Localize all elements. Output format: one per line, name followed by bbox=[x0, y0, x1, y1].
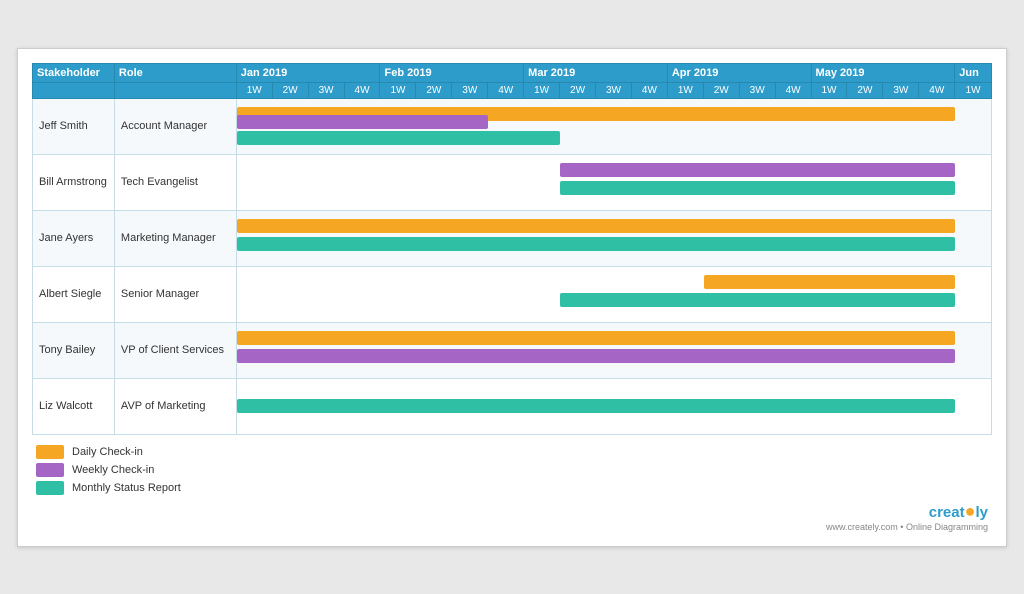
role-cell: Senior Manager bbox=[114, 266, 236, 322]
legend-label-daily: Daily Check-in bbox=[72, 446, 143, 458]
week-3w-feb: 3W bbox=[452, 82, 488, 98]
gantt-bar bbox=[237, 131, 560, 145]
week-4w-feb: 4W bbox=[488, 82, 524, 98]
month-may: May 2019 bbox=[811, 63, 955, 82]
role-cell: VP of Client Services bbox=[114, 322, 236, 378]
main-container: Stakeholder Role Jan 2019 Feb 2019 Mar 2… bbox=[17, 48, 1007, 547]
role-cell: Tech Evangelist bbox=[114, 154, 236, 210]
week-3w-jan: 3W bbox=[308, 82, 344, 98]
gantt-bar bbox=[237, 349, 955, 363]
col-stakeholder-header: Stakeholder bbox=[33, 63, 115, 82]
stakeholder-cell: Jeff Smith bbox=[33, 98, 115, 154]
week-header-role bbox=[114, 82, 236, 98]
week-3w-apr: 3W bbox=[739, 82, 775, 98]
week-1w-may: 1W bbox=[811, 82, 847, 98]
table-row: Jeff SmithAccount Manager bbox=[33, 98, 992, 154]
gantt-bar bbox=[560, 181, 955, 195]
gantt-table: Stakeholder Role Jan 2019 Feb 2019 Mar 2… bbox=[32, 63, 992, 435]
gantt-bar bbox=[560, 163, 955, 177]
creately-text2: ly bbox=[975, 504, 988, 521]
table-row: Jane AyersMarketing Manager bbox=[33, 210, 992, 266]
week-1w-feb: 1W bbox=[380, 82, 416, 98]
stakeholder-cell: Tony Bailey bbox=[33, 322, 115, 378]
header-month-row: Stakeholder Role Jan 2019 Feb 2019 Mar 2… bbox=[33, 63, 992, 82]
week-1w-jun: 1W bbox=[955, 82, 992, 98]
role-cell: Account Manager bbox=[114, 98, 236, 154]
table-row: Albert SiegleSenior Manager bbox=[33, 266, 992, 322]
header-week-row: 1W 2W 3W 4W 1W 2W 3W 4W 1W 2W 3W 4W 1W 2… bbox=[33, 82, 992, 98]
creately-text: creat bbox=[929, 504, 965, 521]
gantt-bar bbox=[704, 275, 955, 289]
gantt-bar bbox=[237, 219, 955, 233]
week-2w-mar: 2W bbox=[560, 82, 596, 98]
timeline-area bbox=[236, 378, 991, 434]
creately-sub: www.creately.com • Online Diagramming bbox=[826, 522, 988, 532]
legend-item-daily: Daily Check-in bbox=[36, 445, 992, 459]
legend-item-weekly: Weekly Check-in bbox=[36, 463, 992, 477]
week-4w-may: 4W bbox=[919, 82, 955, 98]
week-2w-jan: 2W bbox=[272, 82, 308, 98]
creately-brand: creat●ly bbox=[929, 501, 988, 522]
stakeholder-cell: Liz Walcott bbox=[33, 378, 115, 434]
stakeholder-cell: Bill Armstrong bbox=[33, 154, 115, 210]
table-row: Bill ArmstrongTech Evangelist bbox=[33, 154, 992, 210]
month-jun: Jun bbox=[955, 63, 992, 82]
legend: Daily Check-in Weekly Check-in Monthly S… bbox=[32, 445, 992, 495]
week-1w-apr: 1W bbox=[667, 82, 703, 98]
week-4w-mar: 4W bbox=[631, 82, 667, 98]
week-1w-jan: 1W bbox=[236, 82, 272, 98]
month-mar: Mar 2019 bbox=[524, 63, 668, 82]
legend-label-weekly: Weekly Check-in bbox=[72, 464, 154, 476]
table-row: Tony BaileyVP of Client Services bbox=[33, 322, 992, 378]
week-1w-mar: 1W bbox=[524, 82, 560, 98]
week-header-stakeholder bbox=[33, 82, 115, 98]
stakeholder-cell: Jane Ayers bbox=[33, 210, 115, 266]
creately-logo: creat●ly www.creately.com • Online Diagr… bbox=[826, 501, 988, 532]
timeline-area bbox=[236, 98, 991, 154]
footer: creat●ly www.creately.com • Online Diagr… bbox=[32, 501, 992, 532]
gantt-bar bbox=[237, 237, 955, 251]
month-jan: Jan 2019 bbox=[236, 63, 380, 82]
month-feb: Feb 2019 bbox=[380, 63, 524, 82]
creately-dot: ● bbox=[965, 501, 976, 521]
stakeholder-cell: Albert Siegle bbox=[33, 266, 115, 322]
legend-label-monthly: Monthly Status Report bbox=[72, 482, 181, 494]
role-cell: AVP of Marketing bbox=[114, 378, 236, 434]
gantt-bar bbox=[560, 293, 955, 307]
gantt-bar bbox=[237, 115, 488, 129]
week-2w-apr: 2W bbox=[703, 82, 739, 98]
gantt-bar bbox=[237, 331, 955, 345]
timeline-area bbox=[236, 210, 991, 266]
timeline-area bbox=[236, 322, 991, 378]
legend-item-monthly: Monthly Status Report bbox=[36, 481, 992, 495]
week-3w-may: 3W bbox=[883, 82, 919, 98]
week-4w-jan: 4W bbox=[344, 82, 380, 98]
month-apr: Apr 2019 bbox=[667, 63, 811, 82]
week-2w-may: 2W bbox=[847, 82, 883, 98]
gantt-bar bbox=[237, 399, 955, 413]
legend-swatch-teal bbox=[36, 481, 64, 495]
col-role-header: Role bbox=[114, 63, 236, 82]
legend-swatch-orange bbox=[36, 445, 64, 459]
week-3w-mar: 3W bbox=[596, 82, 632, 98]
timeline-area bbox=[236, 266, 991, 322]
week-2w-feb: 2W bbox=[416, 82, 452, 98]
legend-swatch-purple bbox=[36, 463, 64, 477]
table-row: Liz WalcottAVP of Marketing bbox=[33, 378, 992, 434]
timeline-area bbox=[236, 154, 991, 210]
role-cell: Marketing Manager bbox=[114, 210, 236, 266]
week-4w-apr: 4W bbox=[775, 82, 811, 98]
